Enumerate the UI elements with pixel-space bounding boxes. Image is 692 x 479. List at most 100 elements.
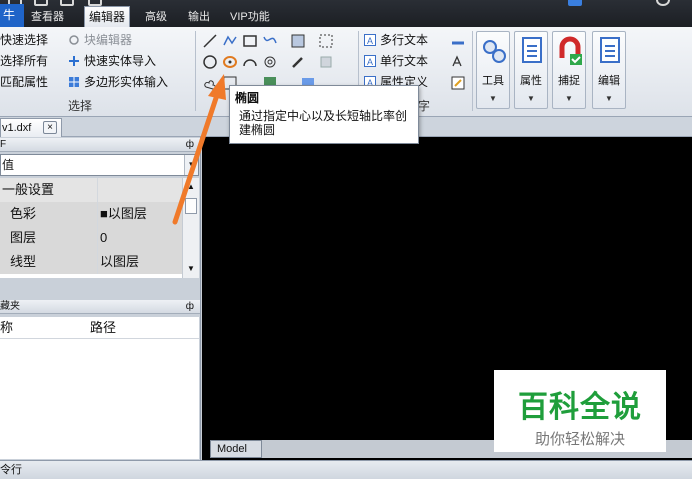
watermark: 百科全说 助你轻松解决 bbox=[494, 370, 666, 452]
properties-button[interactable]: 属性 ▼ bbox=[514, 31, 548, 109]
tab-editor[interactable]: 编辑器 bbox=[84, 6, 131, 27]
circle-icon[interactable] bbox=[202, 54, 218, 70]
watermark-title: 百科全说 bbox=[518, 390, 642, 425]
entity-select-combo[interactable]: 值 ▼ bbox=[0, 154, 199, 176]
property-key: 一般设置 bbox=[0, 178, 98, 202]
revcloud-icon[interactable] bbox=[202, 75, 218, 91]
quick-select-button[interactable]: 快速选择 bbox=[0, 32, 48, 49]
column-name[interactable]: 称 bbox=[0, 317, 13, 339]
donut-icon[interactable] bbox=[262, 54, 278, 70]
block-editor-label: 块编辑器 bbox=[84, 33, 133, 47]
pin-icon[interactable]: ф bbox=[186, 300, 194, 313]
tools-button[interactable]: 工具 ▼ bbox=[476, 31, 510, 109]
property-value: 以图层 bbox=[98, 250, 182, 274]
property-row-layer[interactable]: 图层 0 bbox=[0, 226, 182, 250]
property-key: 图层 bbox=[0, 226, 98, 250]
wipeout-icon[interactable] bbox=[318, 54, 334, 70]
spell-check-icon[interactable] bbox=[450, 54, 466, 70]
scroll-down-icon[interactable]: ▼ bbox=[183, 264, 199, 273]
save-icon[interactable] bbox=[60, 0, 74, 6]
region-icon[interactable] bbox=[318, 33, 334, 49]
edit-label: 编辑 bbox=[598, 75, 620, 87]
single-text-label: 单行文本 bbox=[380, 54, 429, 68]
property-value: ■以图层 bbox=[98, 202, 182, 226]
close-icon[interactable]: × bbox=[43, 121, 57, 134]
text-edit-icon[interactable] bbox=[450, 75, 466, 91]
grid-icon bbox=[68, 76, 80, 88]
favorites-list-header: 称 路径 bbox=[0, 317, 199, 339]
tab-output[interactable]: 输出 bbox=[184, 8, 214, 27]
model-tab[interactable]: Model bbox=[210, 440, 262, 458]
property-key: 色彩 bbox=[0, 202, 98, 226]
spline-icon[interactable] bbox=[262, 33, 278, 49]
single-text-button[interactable]: A 单行文本 bbox=[364, 53, 428, 70]
hatch-icon[interactable] bbox=[290, 33, 306, 49]
block-editor-button[interactable]: 块编辑器 bbox=[68, 32, 132, 49]
quick-import-button[interactable]: 快速实体导入 bbox=[68, 53, 156, 70]
properties-panel-title: F ф bbox=[0, 138, 200, 152]
pen-icon[interactable] bbox=[290, 54, 306, 70]
tab-advanced[interactable]: 高级 bbox=[141, 8, 171, 27]
ellipse-icon[interactable] bbox=[222, 54, 238, 70]
properties-panel-title-text: F bbox=[0, 139, 7, 150]
plus-icon bbox=[68, 55, 80, 67]
group-separator bbox=[195, 31, 196, 111]
match-properties-button[interactable]: 匹配属性 bbox=[0, 74, 48, 91]
polygon-input-label: 多边形实体输入 bbox=[84, 75, 169, 89]
snap-icon bbox=[559, 36, 582, 65]
chevron-down-icon: ▼ bbox=[565, 94, 573, 103]
scroll-up-icon[interactable]: ▲ bbox=[183, 182, 199, 191]
tab-vip[interactable]: VIP功能 bbox=[226, 8, 274, 27]
property-row-linetype[interactable]: 线型 以图层 bbox=[0, 250, 182, 274]
select-all-button[interactable]: 选择所有 bbox=[0, 53, 48, 70]
text-style-icon[interactable] bbox=[450, 33, 466, 49]
group-separator bbox=[472, 31, 473, 111]
snap-button[interactable]: 捕捉 ▼ bbox=[552, 31, 586, 109]
ribbon-tab-bar: 牛 查看器 编辑器 高级 输出 VIP功能 bbox=[0, 0, 692, 27]
command-status-bar: 令行 bbox=[0, 460, 692, 479]
property-scrollbar[interactable]: ▲ ▼ bbox=[182, 178, 199, 278]
properties-label: 属性 bbox=[520, 75, 542, 87]
column-path[interactable]: 路径 bbox=[90, 317, 116, 339]
snap-label: 捕捉 bbox=[558, 75, 580, 87]
property-row-general[interactable]: 一般设置 bbox=[0, 178, 182, 202]
mtext-label: 多行文本 bbox=[380, 33, 429, 47]
scroll-thumb[interactable] bbox=[185, 198, 197, 214]
watermark-subtitle: 助你轻松解决 bbox=[534, 431, 625, 448]
chevron-down-icon: ▼ bbox=[605, 94, 613, 103]
favorites-panel-title-text: 藏夹 bbox=[0, 301, 20, 312]
rectangle-icon[interactable] bbox=[242, 33, 258, 49]
line-icon[interactable] bbox=[202, 33, 218, 49]
match-properties-label: 匹配属性 bbox=[0, 75, 49, 89]
mtext-button[interactable]: A 多行文本 bbox=[364, 32, 428, 49]
chevron-down-icon: ▼ bbox=[489, 94, 497, 103]
open-file-icon[interactable] bbox=[34, 0, 48, 6]
edit-button[interactable]: 编辑 ▼ bbox=[592, 31, 626, 109]
favorites-list bbox=[0, 339, 199, 459]
favorites-panel-title: 藏夹 ф bbox=[0, 300, 200, 314]
property-key: 线型 bbox=[0, 250, 98, 274]
chevron-down-icon[interactable]: ▼ bbox=[184, 155, 198, 175]
polygon-input-button[interactable]: 多边形实体输入 bbox=[68, 74, 168, 91]
window-icon[interactable] bbox=[568, 0, 582, 6]
property-value: 0 bbox=[98, 226, 182, 250]
tab-viewer[interactable]: 查看器 bbox=[27, 8, 68, 27]
text-a-icon: A bbox=[364, 55, 376, 67]
document-tab-label: v1.dxf bbox=[2, 122, 32, 134]
pin-icon[interactable]: ф bbox=[186, 138, 194, 151]
left-panel: F ф 值 ▼ 一般设置 色彩 ■以图层 图层 0 线型 以图层 ▲ ▼ 藏夹 … bbox=[0, 137, 201, 460]
quick-import-label: 快速实体导入 bbox=[84, 54, 157, 68]
chevron-down-icon: ▼ bbox=[527, 94, 535, 103]
tools-icon bbox=[483, 40, 506, 63]
property-grid: 一般设置 色彩 ■以图层 图层 0 线型 以图层 bbox=[0, 178, 182, 278]
document-tab[interactable]: v1.dxf × bbox=[0, 118, 62, 137]
arc-icon[interactable] bbox=[242, 54, 258, 70]
help-icon[interactable] bbox=[656, 0, 670, 6]
file-menu-tab[interactable]: 牛 bbox=[0, 4, 24, 27]
tooltip-title: 椭圆 bbox=[235, 91, 260, 105]
text-group-label: 字 bbox=[418, 99, 431, 113]
ellipse-tooltip: 椭圆 通过指定中心以及长短轴比率创建椭圆 bbox=[229, 85, 419, 144]
property-row-color[interactable]: 色彩 ■以图层 bbox=[0, 202, 182, 226]
combo-value: 值 bbox=[2, 158, 15, 172]
polyline-icon[interactable] bbox=[222, 33, 238, 49]
